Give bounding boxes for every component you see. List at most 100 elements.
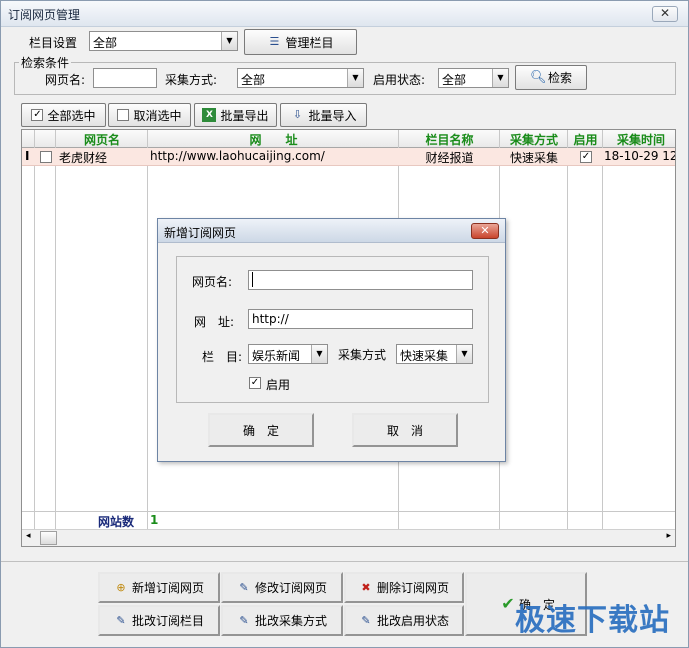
column-header-method[interactable]: 采集方式 <box>500 131 568 148</box>
batch-column-label: 批改订阅栏目 <box>131 614 204 628</box>
row-method: 快速采集 <box>509 151 558 165</box>
dialog-method-combo[interactable]: 快速采集 ▼ <box>396 344 473 364</box>
dialog-cancel-button[interactable]: 取 消 <box>352 413 458 447</box>
dialog-enable-label: 启用 <box>266 378 291 392</box>
dialog-url-value: http:// <box>252 312 289 326</box>
edit-icon: ✎ <box>116 613 126 627</box>
edit-page-label: 修改订阅网页 <box>254 581 327 595</box>
dialog-ok-button[interactable]: 确 定 <box>208 413 314 447</box>
dialog-column-label: 栏 目: <box>202 350 243 364</box>
dialog-method-value: 快速采集 <box>400 349 449 363</box>
add-page-icon: ⊕ <box>116 580 126 594</box>
unselect-label: 取消选中 <box>133 108 182 123</box>
row-cursor-marker: I <box>25 149 30 163</box>
batch-export-label: 批量导出 <box>220 108 269 123</box>
table-row[interactable] <box>22 148 675 166</box>
dialog-column-combo[interactable]: 娱乐新闻 ▼ <box>248 344 328 364</box>
select-all-label: 全部选中 <box>47 108 96 123</box>
batch-enable-button[interactable]: ✎ 批改启用状态 <box>344 605 464 636</box>
scroll-right-icon[interactable]: ▸ <box>666 531 671 541</box>
add-page-dialog: 新增订阅网页 ✕ 网页名: 网 址: http:// 栏 目: 娱乐新闻 ▼ 采… <box>157 218 506 462</box>
dialog-url-input[interactable]: http:// <box>248 309 473 329</box>
page-name-label: 网页名: <box>45 73 86 87</box>
edit-icon: ✎ <box>239 613 249 627</box>
enable-status-label: 启用状态: <box>373 73 426 87</box>
title-bar: 订阅网页管理 ✕ <box>1 1 688 27</box>
search-button-label: 检索 <box>547 71 572 85</box>
dialog-ok-label: 确 定 <box>242 423 279 438</box>
batch-method-button[interactable]: ✎ 批改采集方式 <box>221 605 343 636</box>
chevron-down-icon[interactable]: ▼ <box>456 345 472 363</box>
dialog-column-value: 娱乐新闻 <box>252 349 301 363</box>
column-header-time[interactable]: 采集时间 <box>603 131 675 148</box>
dialog-title: 新增订阅网页 <box>164 226 237 240</box>
column-header-category[interactable]: 栏目名称 <box>399 131 500 148</box>
scroll-thumb[interactable] <box>40 531 57 545</box>
horizontal-scrollbar[interactable]: ◂ ▸ <box>22 529 675 546</box>
column-setting-label: 栏目设置 <box>29 36 78 50</box>
row-name: 老虎财经 <box>59 151 108 165</box>
search-group-title: 检索条件 <box>19 54 72 71</box>
chevron-down-icon[interactable]: ▼ <box>492 69 508 87</box>
close-button[interactable]: ✕ <box>652 6 678 22</box>
page-name-input[interactable] <box>93 68 157 88</box>
dialog-close-button[interactable]: ✕ <box>471 223 499 239</box>
edit-icon: ✎ <box>361 613 371 627</box>
list-icon: ☰ <box>269 35 280 48</box>
chevron-down-icon[interactable]: ▼ <box>347 69 363 87</box>
batch-method-label: 批改采集方式 <box>254 614 327 628</box>
scroll-left-icon[interactable]: ◂ <box>26 531 31 541</box>
column-header-name[interactable]: 网页名 <box>56 131 148 148</box>
dialog-page-name-input[interactable] <box>248 270 473 290</box>
column-header-enabled[interactable]: 启用 <box>568 131 603 148</box>
enable-status-combo[interactable]: 全部 ▼ <box>438 68 509 88</box>
import-icon: ⇩ <box>292 108 303 121</box>
column-setting-combo[interactable]: 全部 ▼ <box>89 31 238 51</box>
batch-import-label: 批量导入 <box>308 108 357 123</box>
dialog-page-name-label: 网页名: <box>192 275 233 289</box>
manage-columns-button[interactable]: ☰ 管理栏目 <box>244 29 357 55</box>
enable-status-value: 全部 <box>442 73 467 87</box>
chevron-down-icon[interactable]: ▼ <box>311 345 327 363</box>
batch-enable-label: 批改启用状态 <box>376 614 449 628</box>
row-time: 18-10-29 12:0 <box>604 149 675 163</box>
dialog-method-label: 采集方式 <box>338 348 387 362</box>
search-icon: 🔍︎ <box>529 69 547 85</box>
add-page-label: 新增订阅网页 <box>131 581 204 595</box>
unchecked-box-icon <box>117 109 130 121</box>
batch-export-button[interactable]: X 批量导出 <box>194 103 277 127</box>
grid-footer: 网站数 1 <box>22 511 675 529</box>
edit-icon: ✎ <box>239 580 249 594</box>
batch-column-button[interactable]: ✎ 批改订阅栏目 <box>98 605 220 636</box>
chevron-down-icon[interactable]: ▼ <box>221 32 237 50</box>
row-checkbox[interactable] <box>40 151 52 163</box>
add-page-button[interactable]: ⊕ 新增订阅网页 <box>98 572 220 603</box>
window-title: 订阅网页管理 <box>8 8 81 22</box>
dialog-cancel-label: 取 消 <box>386 423 423 438</box>
row-url: http://www.laohucaijing.com/ <box>150 149 325 163</box>
site-count-value: 1 <box>150 513 159 527</box>
unselect-button[interactable]: 取消选中 <box>108 103 191 127</box>
watermark-logo: 极速下载站 <box>515 603 670 638</box>
row-category: 财经报道 <box>425 151 474 165</box>
manage-columns-label: 管理栏目 <box>285 35 334 50</box>
dialog-enable-checkbox[interactable]: ✓ <box>249 377 261 389</box>
edit-page-button[interactable]: ✎ 修改订阅网页 <box>221 572 343 603</box>
site-count-label: 网站数 <box>98 515 135 529</box>
delete-page-button[interactable]: ✖ 删除订阅网页 <box>344 572 464 603</box>
collect-method-value: 全部 <box>241 73 266 87</box>
row-enabled-checkbox[interactable]: ✓ <box>580 151 592 163</box>
dialog-title-bar: 新增订阅网页 ✕ <box>158 219 505 243</box>
batch-import-button[interactable]: ⇩ 批量导入 <box>280 103 367 127</box>
checked-box-icon: ✓ <box>31 109 44 121</box>
delete-icon: ✖ <box>361 580 371 594</box>
text-cursor <box>252 272 253 287</box>
search-button[interactable]: 🔍︎ 检索 <box>515 65 587 90</box>
collect-method-combo[interactable]: 全部 ▼ <box>237 68 364 88</box>
select-all-button[interactable]: ✓ 全部选中 <box>21 103 106 127</box>
checkmark-icon: ✔ <box>501 594 515 613</box>
delete-page-label: 删除订阅网页 <box>376 581 449 595</box>
excel-icon: X <box>202 108 217 122</box>
column-header-url[interactable]: 网 址 <box>148 131 399 148</box>
column-setting-value: 全部 <box>93 36 118 50</box>
